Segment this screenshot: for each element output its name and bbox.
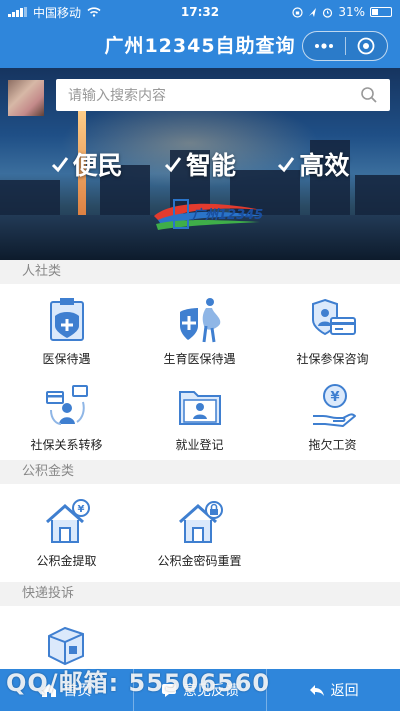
- mini-program-capsule: [302, 31, 388, 61]
- item-maternity-insurance[interactable]: 生育医保待遇: [133, 296, 266, 367]
- tab-back[interactable]: 返回: [267, 669, 400, 711]
- item-label: 就业登记: [175, 438, 224, 452]
- slogan-3: 高效: [277, 146, 349, 182]
- close-circle-icon: [357, 37, 375, 55]
- maternity-insurance-icon: [176, 296, 224, 344]
- search-input[interactable]: 请输入搜索内容: [56, 79, 390, 111]
- battery-icon: [370, 7, 392, 17]
- item-express-complaint[interactable]: [0, 620, 133, 668]
- gz12345-logo: 广州12345: [150, 196, 268, 234]
- item-social-security-transfer[interactable]: 社保关系转移: [0, 382, 133, 453]
- more-button[interactable]: [303, 32, 345, 60]
- battery-percent: 31%: [338, 5, 365, 19]
- tab-label: 首页: [63, 683, 92, 699]
- check-icon: [278, 157, 295, 173]
- rotation-lock-icon: [292, 6, 303, 18]
- alarm-icon: [323, 7, 333, 18]
- item-medical-insurance[interactable]: 医保待遇: [0, 296, 133, 367]
- slogan-2: 智能: [164, 146, 236, 182]
- tab-home[interactable]: 首页: [0, 669, 134, 711]
- carrier-label: 中国移动: [33, 5, 82, 20]
- tab-label: 意见反馈: [183, 683, 239, 699]
- item-label: 公积金提取: [36, 554, 97, 568]
- check-icon: [164, 157, 182, 173]
- parcel-icon: [43, 620, 91, 668]
- feedback-icon: [162, 684, 176, 697]
- wifi-icon: [87, 7, 101, 17]
- fund-password-icon: [176, 498, 224, 546]
- home-icon: [42, 684, 57, 697]
- item-wage-arrears[interactable]: ¥ 拖欠工资: [266, 382, 399, 453]
- svg-text:¥: ¥: [77, 504, 84, 515]
- item-employment-registration[interactable]: 就业登记: [133, 382, 266, 453]
- search-placeholder: 请输入搜索内容: [68, 88, 166, 104]
- check-icon: [51, 157, 68, 173]
- banner: 请输入搜索内容 便民 智能 高效 广州12345: [0, 68, 400, 260]
- employment-folder-icon: [176, 382, 224, 430]
- status-bar: 中国移动 17:32 31%: [0, 0, 400, 24]
- item-label: 社保参保咨询: [296, 352, 369, 366]
- user-avatar[interactable]: [8, 80, 44, 116]
- item-fund-password-reset[interactable]: 公积金密码重置: [133, 498, 266, 569]
- slogan-1: 便民: [51, 146, 123, 182]
- social-security-card-icon: [309, 296, 357, 344]
- item-fund-withdrawal[interactable]: ¥ 公积金提取: [0, 498, 133, 569]
- section-fund: ¥ 公积金提取 公积金密码重置: [0, 484, 400, 582]
- section-title-express: 快递投诉: [0, 582, 400, 606]
- wage-icon: ¥: [309, 382, 357, 430]
- slogan-row: 便民 智能 高效: [0, 146, 400, 182]
- section-hr: 医保待遇 生育医保待遇 社保参保咨询 社保关系转移 就业登记 ¥ 拖欠工资: [0, 284, 400, 460]
- item-social-security-consult[interactable]: 社保参保咨询: [266, 296, 399, 367]
- item-label: 公积金密码重置: [157, 554, 242, 568]
- item-label: 医保待遇: [42, 352, 91, 366]
- bottom-tab-bar: 首页 意见反馈 返回: [0, 669, 400, 711]
- location-icon: [309, 7, 317, 17]
- tab-label: 返回: [330, 683, 359, 699]
- item-label: 拖欠工资: [308, 438, 357, 452]
- nav-bar: 广州12345自助查询: [0, 24, 400, 68]
- section-title-hr: 人社类: [0, 260, 400, 284]
- signal-icon: [8, 7, 27, 17]
- tab-feedback[interactable]: 意见反馈: [134, 669, 268, 711]
- logo-text: 广州12345: [192, 208, 264, 223]
- svg-text:¥: ¥: [330, 390, 339, 405]
- item-label: 生育医保待遇: [163, 352, 236, 366]
- search-icon[interactable]: [360, 86, 378, 104]
- more-dots-icon: [314, 43, 333, 49]
- section-title-fund: 公积金类: [0, 460, 400, 484]
- close-button[interactable]: [346, 32, 388, 60]
- fund-house-icon: ¥: [43, 498, 91, 546]
- item-label: 社保关系转移: [30, 438, 103, 452]
- medical-insurance-icon: [43, 296, 91, 344]
- section-express: [0, 606, 400, 669]
- back-icon: [309, 685, 324, 696]
- transfer-icon: [43, 382, 91, 430]
